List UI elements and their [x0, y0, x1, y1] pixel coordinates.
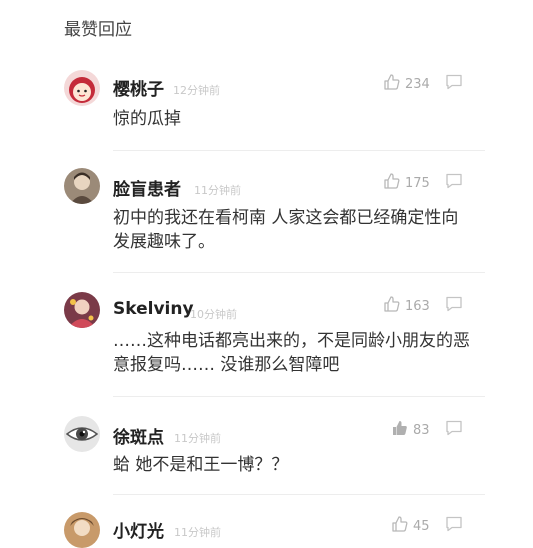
like-count: 83 [413, 422, 430, 438]
like-count: 45 [413, 518, 430, 534]
like-count: 234 [405, 76, 430, 92]
like-button[interactable]: 234 [383, 73, 430, 95]
comment-time: 11分钟前 [174, 526, 221, 539]
username[interactable]: 樱桃子 [113, 75, 164, 100]
reply-icon[interactable] [445, 296, 463, 316]
reply-icon[interactable] [445, 516, 463, 536]
comment-time: 10分钟前 [190, 308, 237, 321]
comment-time: 11分钟前 [174, 432, 221, 445]
avatar[interactable] [64, 70, 100, 106]
avatar[interactable] [64, 512, 100, 548]
avatar[interactable] [64, 416, 100, 452]
comment-text: 惊的瓜掉 [113, 109, 181, 129]
reply-icon[interactable] [445, 74, 463, 94]
like-count: 175 [405, 175, 430, 191]
divider [113, 150, 485, 151]
like-button[interactable]: 83 [391, 419, 430, 441]
username[interactable]: Skelviny [113, 299, 194, 319]
thumbs-up-icon [383, 73, 401, 95]
comment-text: ……这种电话都亮出来的，不是同龄小朋友的恶意报复吗…… 没谁那么智障吧 [113, 331, 470, 375]
like-button[interactable]: 163 [383, 295, 430, 317]
comment-time: 12分钟前 [173, 84, 220, 97]
username[interactable]: 脸盲患者 [113, 175, 181, 200]
comment-time: 11分钟前 [194, 184, 241, 197]
divider [113, 272, 485, 273]
divider [113, 396, 485, 397]
username[interactable]: 小灯光 [113, 517, 164, 542]
avatar[interactable] [64, 292, 100, 328]
username[interactable]: 徐斑点 [113, 423, 164, 448]
thumbs-up-filled-icon [391, 419, 409, 441]
thumbs-up-icon [391, 515, 409, 537]
like-button[interactable]: 45 [391, 515, 430, 537]
thumbs-up-icon [383, 295, 401, 317]
comment-text: 蛤 她不是和王一博？？ [113, 455, 289, 475]
reply-icon[interactable] [445, 420, 463, 440]
section-title: 最赞回应 [64, 20, 132, 40]
reply-icon[interactable] [445, 173, 463, 193]
divider [113, 494, 485, 495]
like-button[interactable]: 175 [383, 172, 430, 194]
avatar[interactable] [64, 168, 100, 204]
comment-text: 初中的我还在看柯南 人家这会都已经确定性向发展趣味了。 [113, 208, 459, 252]
like-count: 163 [405, 298, 430, 314]
thumbs-up-icon [383, 172, 401, 194]
